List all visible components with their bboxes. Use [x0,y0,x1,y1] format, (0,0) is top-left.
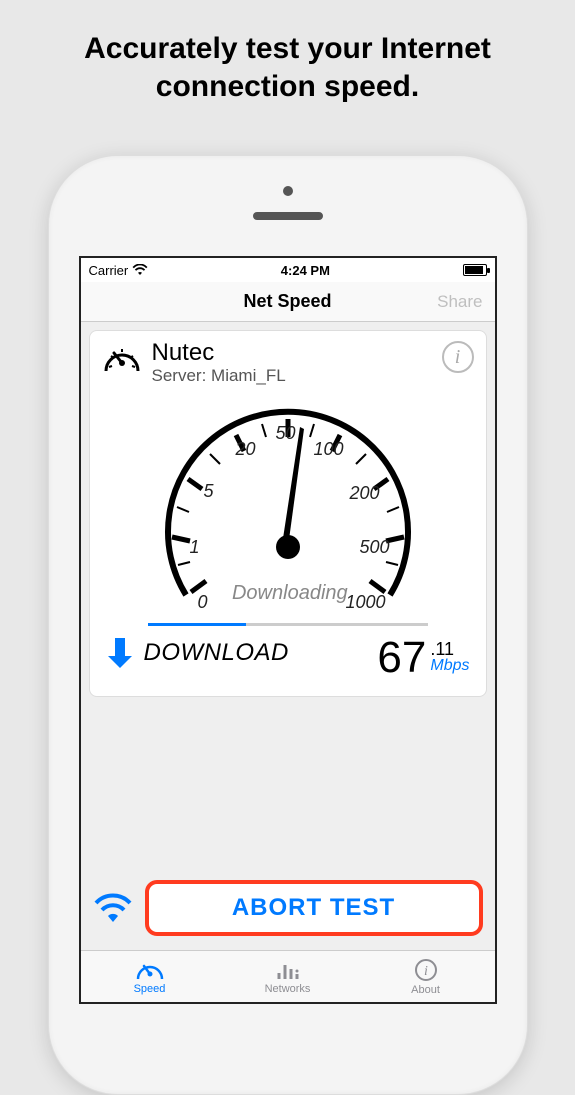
gauge-mini-icon [102,341,142,375]
download-label: DOWNLOAD [144,639,289,667]
gauge-tick-100: 100 [314,439,344,460]
content-area: Nutec Server: Miami_FL i [81,322,495,950]
nav-bar: Net Speed Share [81,282,495,322]
gauge-tick-1: 1 [190,537,200,558]
tab-speed-label: Speed [134,983,166,995]
gauge-tick-0: 0 [198,592,208,613]
gauge-tick-1000: 1000 [346,592,386,613]
tab-bar: Speed Networks i About [81,950,495,1002]
tab-about[interactable]: i About [357,951,495,1002]
status-bar: Carrier 4:24 PM [81,258,495,282]
gauge-status: Downloading [232,582,348,605]
promo-header: Accurately test your Internet connection… [0,0,575,145]
promo-line2: connection speed. [156,70,419,103]
status-time: 4:24 PM [281,263,330,278]
progress-fill [148,623,246,626]
promo-line1: Accurately test your Internet [84,32,491,65]
wifi-icon [132,264,148,276]
gauge-tick-5: 5 [204,481,214,502]
device-frame: Carrier 4:24 PM Net Speed Share [48,155,528,1095]
battery-icon [463,264,487,276]
abort-test-button[interactable]: ABORT TEST [145,880,483,936]
info-button[interactable]: i [442,341,474,373]
download-value-frac: .11 [430,640,454,658]
svg-text:i: i [424,964,428,979]
tab-about-label: About [411,984,440,996]
progress-bar [148,623,428,626]
download-value: 67 .11 Mbps [377,636,469,680]
gauge-tick-500: 500 [360,537,390,558]
page-title: Net Speed [243,291,331,312]
download-unit: Mbps [430,658,469,674]
gauge-tick-200: 200 [350,483,380,504]
server-name: Miami_FL [211,366,286,385]
bottom-action-row: ABORT TEST [89,874,487,942]
speed-card: Nutec Server: Miami_FL i [89,330,487,697]
gauge-tick-20: 20 [236,439,256,460]
carrier-label: Carrier [89,263,129,278]
gauge-tick-50: 50 [276,423,296,444]
wifi-large-icon [93,892,133,924]
download-arrow-icon [106,636,134,670]
device-camera [283,186,293,196]
tab-speed[interactable]: Speed [81,951,219,1002]
device-screen: Carrier 4:24 PM Net Speed Share [79,256,497,1004]
speed-gauge: 0 1 5 20 50 100 200 500 1000 Downloading [128,397,448,617]
download-result: DOWNLOAD 67 .11 Mbps [102,626,474,682]
device-speaker [253,212,323,220]
server-prefix: Server: [152,366,212,385]
tab-networks[interactable]: Networks [219,951,357,1002]
download-value-int: 67 [377,636,426,680]
tab-networks-label: Networks [265,983,311,995]
provider-name: Nutec [152,341,432,365]
server-line: Server: Miami_FL [152,365,432,387]
share-button[interactable]: Share [437,292,482,312]
